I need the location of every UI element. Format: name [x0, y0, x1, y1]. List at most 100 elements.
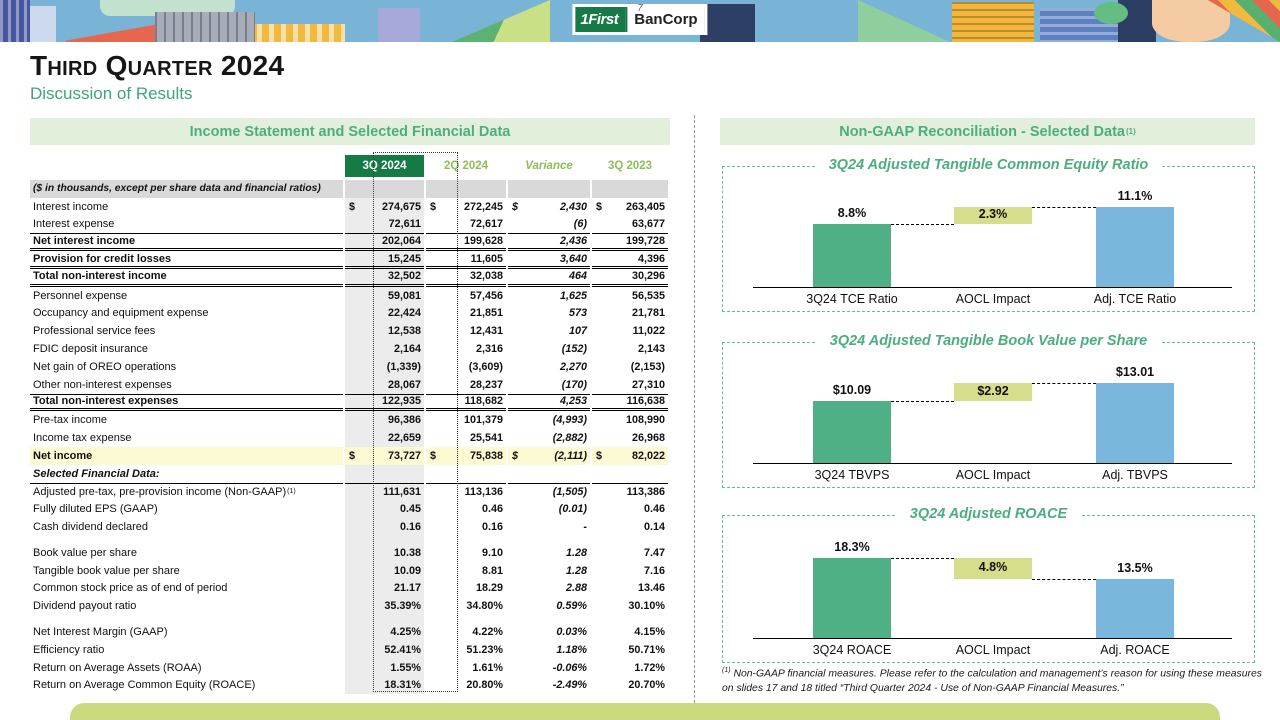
waterfall-bar-end — [1096, 207, 1174, 287]
category-label: 3Q24 TBVPS — [782, 468, 922, 482]
table-row: Selected Financial Data: — [30, 465, 670, 483]
cell-3q23 — [592, 180, 668, 198]
row-label: Pre-tax income — [30, 411, 343, 429]
table-row: Fully diluted EPS (GAAP)0.450.46(0.01)0.… — [30, 500, 670, 518]
cell-2q24: 9.10 — [426, 544, 506, 562]
chart-plot: $10.093Q24 TBVPS$2.92AOCL Impact$13.01Ad… — [723, 343, 1254, 487]
cell-3q23: 30,296 — [592, 269, 668, 287]
bar-value-label: 2.3% — [938, 207, 1048, 221]
cell-variance: (170) — [508, 376, 590, 394]
cell-3q23: 4.15% — [592, 623, 668, 641]
row-label: Net interest income — [30, 233, 343, 251]
cell-variance: 0.03% — [508, 623, 590, 641]
cell-variance: 4,253 — [508, 394, 590, 412]
skyline-shape — [155, 12, 255, 42]
cell-3q24: 72,611 — [345, 216, 424, 234]
table-row: Provision for credit losses15,24511,6053… — [30, 251, 670, 269]
cell-2q24: 18.29 — [426, 580, 506, 598]
cell-3q23: 0.46 — [592, 500, 668, 518]
cell-variance — [508, 465, 590, 483]
cell-variance: 1,625 — [508, 287, 590, 305]
cell-variance: - — [508, 518, 590, 536]
table-row: Occupancy and equipment expense22,42421,… — [30, 305, 670, 323]
slide: 1First BanCorp Third Quarter 2024 Discus… — [0, 0, 1280, 720]
table-row: ($ in thousands, except per share data a… — [30, 180, 670, 198]
bar-value-label: 11.1% — [1080, 189, 1190, 203]
cell-variance: $2,430 — [508, 198, 590, 216]
footer-bar — [70, 703, 1220, 720]
table-row: Efficiency ratio52.41%51.23%1.18%50.71% — [30, 641, 670, 659]
cell-3q23: 116,638 — [592, 394, 668, 412]
table-row: Dividend payout ratio35.39%34.80%0.59%30… — [30, 597, 670, 615]
table-row: Net gain of OREO operations(1,339)(3,609… — [30, 358, 670, 376]
cell-3q23: 11,022 — [592, 322, 668, 340]
cell-variance: (1,505) — [508, 483, 590, 501]
connector-line — [1032, 579, 1096, 580]
column-header-3q2023: 3Q 2023 — [592, 155, 668, 177]
waterfall-bar-start — [813, 558, 891, 638]
cell-2q24: 113,136 — [426, 483, 506, 501]
cell-3q23: $82,022 — [592, 447, 668, 465]
cell-variance: 1.18% — [508, 641, 590, 659]
cell-2q24 — [426, 465, 506, 483]
right-section-title: Non-GAAP Reconciliation - Selected Data — [839, 124, 1125, 140]
cell-2q24: 12,431 — [426, 322, 506, 340]
income-statement-table: 3Q 2024 2Q 2024 Variance 3Q 2023 ($ in t… — [30, 155, 670, 694]
left-section-title: Income Statement and Selected Financial … — [190, 124, 511, 140]
footnote-sup: (1) — [722, 667, 731, 674]
chart-tbvps: 3Q24 Adjusted Tangible Book Value per Sh… — [722, 342, 1255, 488]
table-row: Cash dividend declared0.160.16-0.14 — [30, 518, 670, 536]
footnote-text: Non-GAAP financial measures. Please refe… — [722, 668, 1262, 693]
cell-3q23: 7.47 — [592, 544, 668, 562]
header-spacer — [30, 155, 343, 177]
cell-2q24: 25,541 — [426, 429, 506, 447]
left-section-header: Income Statement and Selected Financial … — [30, 118, 670, 145]
cell-3q23: 56,535 — [592, 287, 668, 305]
cell-2q24: 101,379 — [426, 411, 506, 429]
cell-3q23: 30.10% — [592, 597, 668, 615]
cell-3q23: 13.46 — [592, 580, 668, 598]
row-label: Fully diluted EPS (GAAP) — [30, 500, 343, 518]
cell-variance: 3,640 — [508, 251, 590, 269]
row-label: Professional service fees — [30, 322, 343, 340]
cell-3q24: 35.39% — [345, 597, 424, 615]
cell-variance: -0.06% — [508, 659, 590, 677]
column-header-3q2024: 3Q 2024 — [345, 155, 424, 177]
cell-variance: (0.01) — [508, 500, 590, 518]
axis-baseline — [753, 638, 1232, 639]
cell-2q24: 34.80% — [426, 597, 506, 615]
row-label: Income tax expense — [30, 429, 343, 447]
category-label: AOCL Impact — [923, 292, 1063, 306]
connector-line — [1032, 383, 1096, 384]
cell-2q24 — [426, 180, 506, 198]
table-row: FDIC deposit insurance2,1642,316(152)2,1… — [30, 340, 670, 358]
cell-3q24: 2,164 — [345, 340, 424, 358]
row-label: Occupancy and equipment expense — [30, 305, 343, 323]
cell-3q24: 0.16 — [345, 518, 424, 536]
cell-variance: (6) — [508, 216, 590, 234]
row-label: Total non-interest income — [30, 269, 343, 287]
cell-3q23: (2,153) — [592, 358, 668, 376]
category-label: 3Q24 ROACE — [782, 643, 922, 657]
right-section-title-sup: (1) — [1126, 127, 1136, 136]
cell-3q24: 10.38 — [345, 544, 424, 562]
bar-value-label: $10.09 — [797, 383, 907, 397]
category-label: Adj. TCE Ratio — [1065, 292, 1205, 306]
table-row: Interest expense72,61172,617(6)63,677 — [30, 216, 670, 234]
cell-3q24: $73,727 — [345, 447, 424, 465]
row-label: Dividend payout ratio — [30, 597, 343, 615]
axis-baseline — [753, 463, 1232, 464]
cell-3q23: 26,968 — [592, 429, 668, 447]
row-label: Total non-interest expenses — [30, 394, 343, 412]
table-row: Total non-interest expenses122,935118,68… — [30, 394, 670, 412]
cell-3q24: 96,386 — [345, 411, 424, 429]
cell-3q24: 4.25% — [345, 623, 424, 641]
cell-3q24: 59,081 — [345, 287, 424, 305]
cell-variance: (4,993) — [508, 411, 590, 429]
cell-3q24 — [345, 180, 424, 198]
table-row: Net income$73,727$75,838$(2,111)$82,022 — [30, 447, 670, 465]
chart-plot: 18.3%3Q24 ROACE4.8%AOCL Impact13.5%Adj. … — [723, 516, 1254, 662]
table-spacer-row — [30, 536, 670, 544]
cell-2q24: 199,628 — [426, 233, 506, 251]
vertical-divider — [694, 115, 695, 703]
